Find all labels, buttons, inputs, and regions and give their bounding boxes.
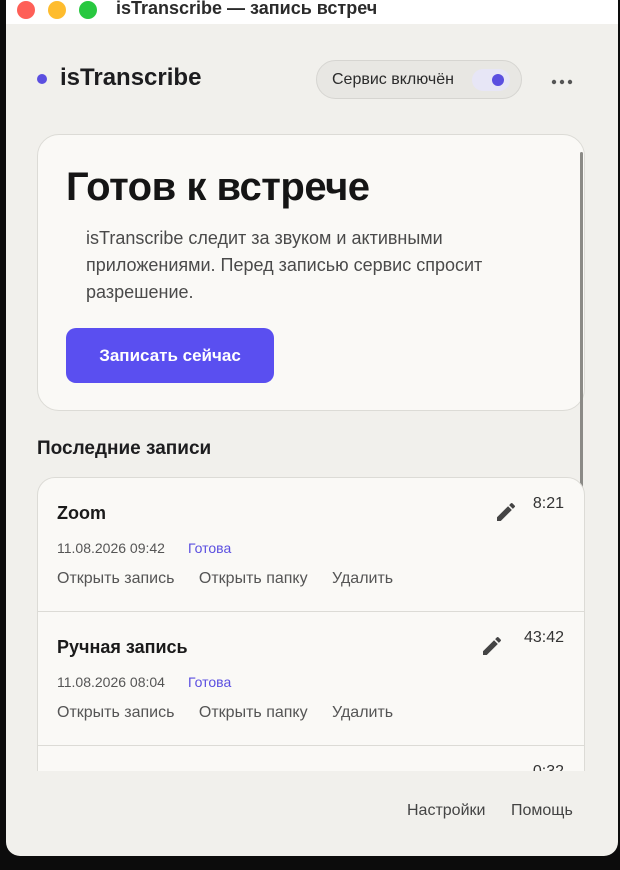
pencil-icon[interactable] xyxy=(480,634,504,658)
status-badge: Готова xyxy=(188,674,232,690)
recording-date: 11.08.2026 09:42 xyxy=(57,540,165,556)
record-now-button[interactable]: Записать сейчас xyxy=(66,328,274,383)
hero-title: Готов к встрече xyxy=(66,165,370,209)
open-recording-link[interactable]: Открыть запись xyxy=(57,570,174,587)
brand-dot-icon xyxy=(37,74,47,84)
delete-link[interactable]: Удалить xyxy=(332,704,393,721)
recording-actions: Открыть запись Открыть папку Удалить xyxy=(57,704,413,722)
recordings-list-viewport: Zoom 11.08.2026 09:42 Готова Открыть зап… xyxy=(37,477,585,771)
toggle-knob xyxy=(492,74,504,86)
hero-description: isTranscribe следит за звуком и активным… xyxy=(86,228,483,302)
title-bar: isTranscribe — запись встреч xyxy=(6,0,618,24)
list-item: 0:32 xyxy=(38,746,584,771)
service-toggle-label: Сервис включён xyxy=(332,71,454,88)
toggle-switch[interactable] xyxy=(472,69,510,91)
brand-name: isTranscribe xyxy=(60,64,202,91)
list-item: Ручная запись 11.08.2026 08:04 Готова От… xyxy=(38,612,584,746)
recent-recordings-title: Последние записи xyxy=(37,438,212,459)
status-badge: Готова xyxy=(188,540,232,556)
recording-name: Ручная запись xyxy=(57,637,188,657)
recording-date: 11.08.2026 08:04 xyxy=(57,674,165,690)
pencil-icon[interactable] xyxy=(494,500,518,524)
zoom-window-button[interactable] xyxy=(79,1,97,19)
open-folder-link[interactable]: Открыть папку xyxy=(199,704,308,721)
window-title: isTranscribe — запись встреч xyxy=(116,0,378,18)
recording-duration: 8:21 xyxy=(532,495,564,512)
minimize-window-button[interactable] xyxy=(48,1,66,19)
recordings-list: Zoom 11.08.2026 09:42 Готова Открыть зап… xyxy=(37,477,585,771)
service-toggle[interactable]: Сервис включён xyxy=(316,60,522,99)
app-header: isTranscribe Сервис включён xyxy=(6,56,618,104)
open-folder-link[interactable]: Открыть папку xyxy=(199,570,308,587)
app-window: isTranscribe — запись встреч isTranscrib… xyxy=(6,0,618,856)
recording-duration: 43:42 xyxy=(523,629,564,646)
help-link[interactable]: Помощь xyxy=(511,802,573,820)
more-horizontal-icon[interactable] xyxy=(551,68,573,91)
ready-card: Готов к встрече isTranscribe следит за з… xyxy=(37,134,585,411)
recording-duration: 0:32 xyxy=(533,763,564,771)
close-window-button[interactable] xyxy=(17,1,35,19)
open-recording-link[interactable]: Открыть запись xyxy=(57,704,174,721)
list-item: Zoom 11.08.2026 09:42 Готова Открыть зап… xyxy=(38,478,584,612)
delete-link[interactable]: Удалить xyxy=(332,570,393,587)
recording-actions: Открыть запись Открыть папку Удалить xyxy=(57,570,413,588)
scrollbar[interactable] xyxy=(580,152,583,530)
settings-link[interactable]: Настройки xyxy=(407,802,485,820)
recording-name: Zoom xyxy=(57,503,106,523)
